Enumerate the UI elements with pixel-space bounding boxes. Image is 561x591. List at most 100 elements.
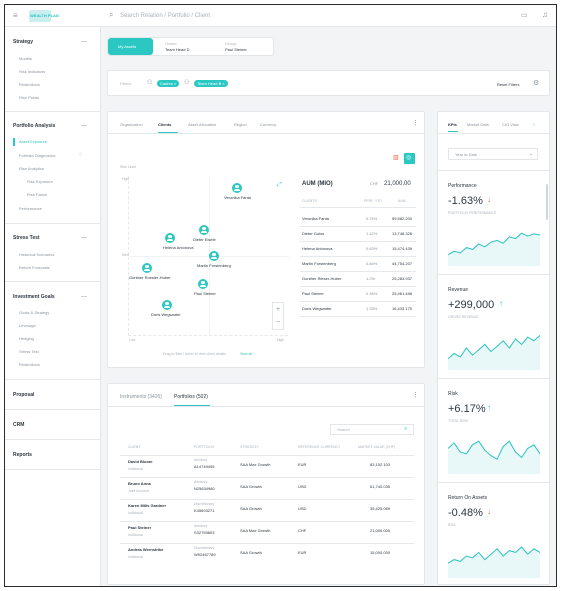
scatter-point[interactable] (165, 233, 175, 243)
view-all-link[interactable]: View all (240, 352, 252, 357)
filters-label: Filters: (120, 81, 132, 86)
context-switcher: My Assets Owner Team Head D Group Paul S… (107, 37, 274, 56)
kpi-title: Revenue (448, 287, 469, 293)
sidebar-section-title[interactable]: Investment Goals (13, 295, 55, 300)
zoom-out-button[interactable]: − (276, 319, 280, 326)
sidebar-section-title[interactable]: Proposal (13, 393, 34, 398)
trend-up-icon: ↑ (487, 403, 491, 412)
sidebar-item[interactable]: Historical Scenarios (19, 253, 54, 257)
sidebar-item[interactable]: Rise Points (19, 96, 39, 100)
collapse-icon[interactable]: — (81, 39, 87, 45)
strategy: SAA Growth (240, 484, 262, 489)
portfolio-search-input[interactable]: Search ⌕ (330, 424, 414, 435)
tab-portfolios[interactable]: Portfolios (502) (174, 395, 208, 400)
tab-market-data[interactable]: Market Data (467, 123, 489, 127)
portfolio-id[interactable]: S32759803 (194, 531, 214, 535)
collapse-icon[interactable]: — (81, 235, 87, 241)
portfolio-id[interactable]: A14749405 (194, 465, 214, 469)
kpi-subtitle: ROA (448, 523, 456, 527)
hamburger-menu-icon[interactable]: ≡ (13, 12, 18, 20)
scatter-view-icon[interactable]: ◎ (404, 153, 415, 164)
sidebar-item[interactable]: Goals & Strategy (19, 311, 49, 315)
calendar-icon[interactable]: ▭ (521, 12, 528, 19)
tab-cio-view[interactable]: CIO View (502, 123, 519, 127)
reference-currency: EUR (298, 462, 307, 467)
client-name[interactable]: David Bloom (128, 460, 152, 464)
tab-region[interactable]: Region (234, 123, 247, 127)
collapse-icon[interactable]: — (81, 294, 87, 300)
sidebar-item[interactable]: Portfolio Diagnostics (19, 154, 55, 158)
kpi-sparkline (448, 546, 541, 578)
market-value: 15,000.000 (370, 550, 391, 555)
my-assets-button[interactable]: My Assets (108, 38, 153, 55)
notifications-icon[interactable]: ♫ (542, 11, 548, 19)
more-options-icon[interactable]: ⋮ (412, 120, 419, 127)
portfolio-id[interactable]: W92467789 (194, 553, 216, 557)
sidebar-subitem[interactable]: Risk Exposure (27, 180, 53, 184)
filter-chip[interactable]: Cadres × (157, 80, 180, 87)
sidebar-item[interactable]: Risk Indicators (19, 70, 45, 74)
period-select[interactable]: Year to Date ⌄ (448, 148, 538, 160)
sidebar-item[interactable]: Rise Analytics (19, 167, 44, 171)
sidebar-item[interactable]: Stress Test (19, 350, 39, 354)
settings-gear-icon[interactable]: ⚙ (533, 80, 539, 87)
client-scatter-plot[interactable]: High Med Low High ⤢ Veronika Fanta Diete… (122, 176, 289, 342)
scatter-point[interactable] (142, 263, 152, 273)
kpi-subtitle: PORTFOLIO PERFORMANCE (448, 211, 497, 215)
group-select[interactable]: Paul Steiner (225, 48, 247, 52)
sidebar-item[interactable]: Models (19, 57, 32, 61)
client-name[interactable]: Karen Mills Gardner (128, 504, 166, 508)
portfolio-id[interactable]: N25634980 (194, 487, 215, 491)
tab-asset-allocation[interactable]: Asset Allocation (188, 123, 216, 127)
search-placeholder: Search (337, 427, 350, 432)
sidebar-subitem[interactable]: Risk Factor (27, 193, 47, 197)
scatter-point[interactable] (198, 279, 208, 289)
client-type: Joint Account (128, 489, 149, 493)
filter-chip-label: Team Head B (197, 81, 222, 86)
scatter-point[interactable] (162, 300, 172, 310)
client-name: Veronika Fanta (302, 216, 329, 221)
sidebar-item-active[interactable]: Asset Exposure (19, 140, 47, 144)
client-name[interactable]: Paul Steiner (128, 526, 151, 530)
tab-kpis[interactable]: KPIs (448, 123, 457, 127)
client-name: Helena Antonova (302, 246, 333, 251)
tab-clients[interactable]: Clients (158, 123, 171, 127)
zoom-in-button[interactable]: + (276, 306, 280, 313)
global-search-input[interactable]: Search Relation / Portfolio / Client (120, 13, 210, 19)
sidebar-section-title[interactable]: Reports (13, 453, 32, 458)
tab-currency[interactable]: Currency (260, 123, 276, 127)
logo[interactable]: WEALTH PLAN (29, 10, 59, 22)
chevron-right-icon[interactable]: › (533, 123, 535, 128)
reset-filters-button[interactable]: Reset Filters (497, 83, 519, 87)
portfolio-id[interactable]: K45693271 (194, 509, 214, 513)
sidebar-item[interactable]: Leverage (19, 324, 36, 328)
kpi-scrollbar[interactable] (546, 184, 548, 220)
reference-currency: EUR (298, 550, 307, 555)
filter-chip[interactable]: Team Head B × (194, 80, 228, 87)
bar-chart-view-icon[interactable]: ▥ (391, 153, 402, 164)
tab-instruments[interactable]: Instruments (3426) (120, 395, 162, 400)
owner-select[interactable]: Team Head D (165, 48, 189, 52)
sidebar-section-title[interactable]: CRM (13, 423, 24, 428)
sidebar-section-title[interactable]: Portfolio Analysis (13, 124, 55, 129)
expand-icon[interactable]: ⤢ (277, 182, 282, 188)
sidebar-item[interactable]: Return Forecasts (19, 266, 50, 270)
sidebar-item[interactable]: Performance (19, 207, 42, 211)
client-name[interactable]: Bruno Anna (128, 482, 151, 486)
sparkline-area (448, 335, 540, 370)
sidebar-section-title[interactable]: Stress Test (13, 236, 40, 241)
scatter-point[interactable] (199, 225, 209, 235)
sidebar-item[interactable]: Restrictions (19, 363, 40, 367)
scatter-point[interactable] (232, 183, 242, 193)
tab-organization[interactable]: Organization (120, 123, 143, 127)
aum-value: 59,582.200 (392, 216, 413, 221)
scatter-point[interactable] (209, 251, 219, 261)
client-name[interactable]: Andrea Wernstrike (128, 548, 164, 552)
more-options-icon[interactable]: ⋮ (412, 392, 419, 399)
sidebar-item[interactable]: Hedging (19, 337, 34, 341)
zoom-controls: + − (272, 302, 284, 330)
sidebar-section-title[interactable]: Strategy (13, 40, 33, 45)
perf-ytd: 1.33% (366, 306, 378, 311)
sidebar-item[interactable]: Restrictions (19, 83, 40, 87)
collapse-icon[interactable]: — (81, 123, 87, 129)
